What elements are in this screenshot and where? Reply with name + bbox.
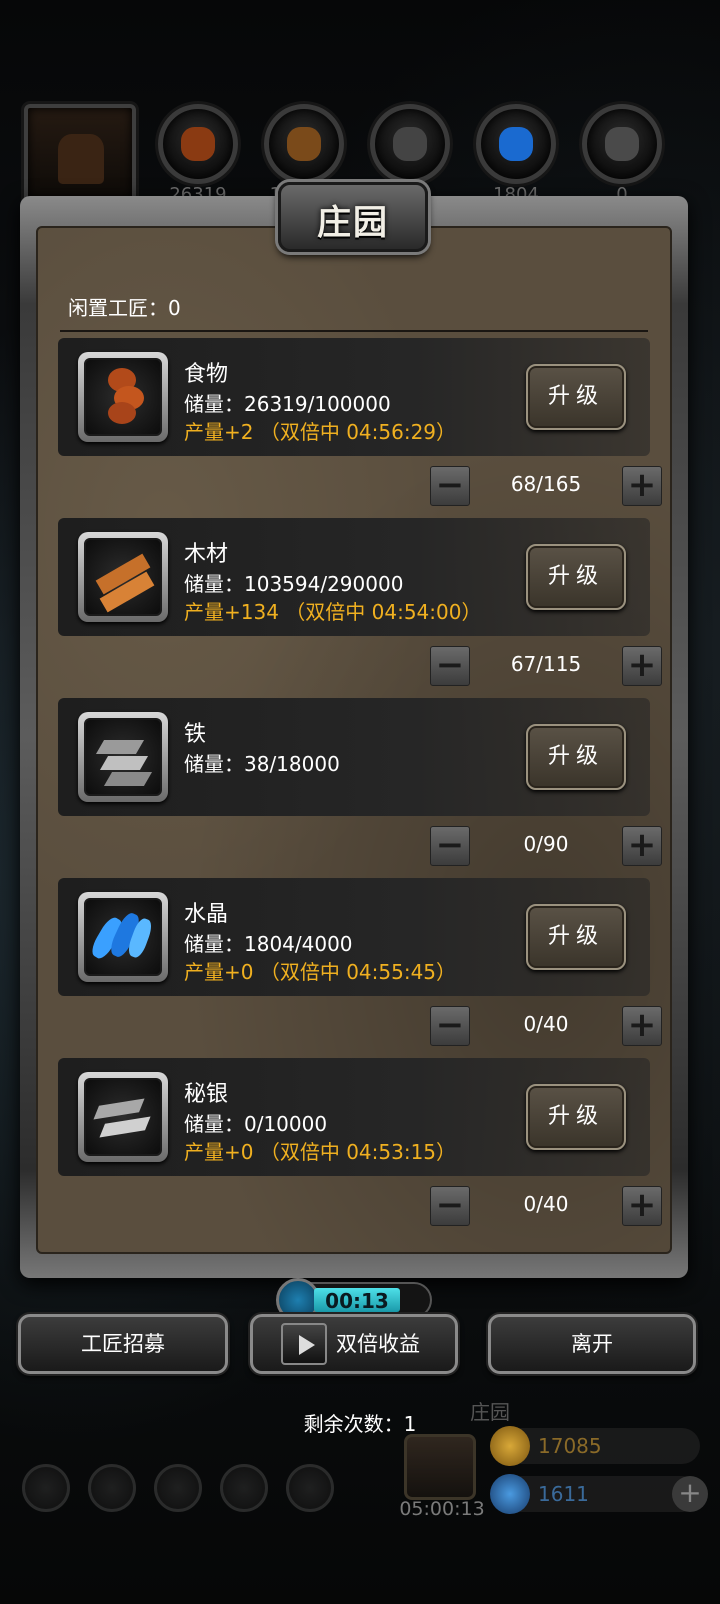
gold-display: 17085 xyxy=(490,1426,700,1466)
upgrade-button-wood[interactable]: 升级 xyxy=(526,544,626,610)
resource-name: 食物 xyxy=(184,362,229,387)
countdown-timer: 00:13 xyxy=(276,1278,432,1322)
decrease-button[interactable]: − xyxy=(430,826,470,866)
crystal-icon xyxy=(84,898,162,976)
gift-box-icon[interactable] xyxy=(404,1434,476,1500)
mithril-icon xyxy=(84,1078,162,1156)
tab-wood[interactable] xyxy=(264,104,344,184)
double-income-button[interactable]: 双倍收益 xyxy=(250,1314,458,1374)
manor-icon xyxy=(58,134,104,184)
tab-mithril[interactable] xyxy=(582,104,662,184)
timer-text: 00:13 xyxy=(325,1289,389,1313)
wood-icon xyxy=(287,127,321,161)
add-gems-button[interactable]: + xyxy=(672,1476,708,1512)
decrease-button[interactable]: − xyxy=(430,646,470,686)
wood-icon xyxy=(84,538,162,616)
upgrade-button-mithril[interactable]: 升级 xyxy=(526,1084,626,1150)
resource-stock: 储量：0/10000 xyxy=(184,1112,328,1136)
mithril-icon xyxy=(605,127,639,161)
resource-name: 水晶 xyxy=(184,902,229,927)
settings-icon[interactable] xyxy=(22,1464,70,1512)
increase-button[interactable]: + xyxy=(622,466,662,506)
upgrade-button-food[interactable]: 升级 xyxy=(526,364,626,430)
divider xyxy=(60,330,648,332)
food-icon xyxy=(84,358,162,436)
worker-count: 67/115 xyxy=(510,652,582,676)
worker-count: 0/40 xyxy=(523,1192,569,1216)
decrease-button[interactable]: − xyxy=(430,1006,470,1046)
food-icon xyxy=(181,127,215,161)
crystal-icon xyxy=(499,127,533,161)
decrease-button[interactable]: − xyxy=(430,466,470,506)
play-video-icon xyxy=(281,1323,327,1365)
resource-stock: 储量：1804/4000 xyxy=(184,932,353,956)
iron-icon xyxy=(393,127,427,161)
resource-production: 产量+0 （双倍中 04:55:45） xyxy=(184,960,457,984)
tab-iron[interactable] xyxy=(370,104,450,184)
resource-row-iron: 铁 储量：38/18000 升级 xyxy=(58,698,650,816)
increase-button[interactable]: + xyxy=(622,1006,662,1046)
iron-icon xyxy=(84,718,162,796)
resource-production: 产量+0 （双倍中 04:53:15） xyxy=(184,1140,457,1164)
resource-name: 铁 xyxy=(184,722,207,747)
worker-count: 0/90 xyxy=(523,832,569,856)
increase-button[interactable]: + xyxy=(622,826,662,866)
decrease-button[interactable]: − xyxy=(430,1186,470,1226)
resource-row-food: 食物 储量：26319/100000 产量+2 （双倍中 04:56:29） 升… xyxy=(58,338,650,456)
worker-count: 0/40 xyxy=(523,1012,569,1036)
title-plate: 庄园 xyxy=(278,182,428,252)
manor-label-bg: 庄园 xyxy=(470,1400,510,1424)
crystal-icon-frame xyxy=(78,892,168,982)
resource-stock: 储量：103594/290000 xyxy=(184,572,404,596)
gold-value: 17085 xyxy=(538,1434,602,1458)
resource-production: 产量+2 （双倍中 04:56:29） xyxy=(184,420,457,444)
tab-manor-active[interactable] xyxy=(24,104,136,204)
resource-name: 秘银 xyxy=(184,1082,229,1107)
mithril-icon-frame xyxy=(78,1072,168,1162)
resource-stock: 储量：26319/100000 xyxy=(184,392,391,416)
worker-stepper-mithril: − 0/40 + xyxy=(430,1186,662,1226)
resource-row-wood: 木材 储量：103594/290000 产量+134 （双倍中 04:54:00… xyxy=(58,518,650,636)
increase-button[interactable]: + xyxy=(622,1186,662,1226)
food-icon-frame xyxy=(78,352,168,442)
mail-icon[interactable] xyxy=(220,1464,268,1512)
resource-name: 木材 xyxy=(184,542,229,567)
wood-icon-frame xyxy=(78,532,168,622)
panel-title: 庄园 xyxy=(317,203,389,243)
worker-stepper-crystal: − 0/40 + xyxy=(430,1006,662,1046)
increase-button[interactable]: + xyxy=(622,646,662,686)
worker-stepper-food: − 68/165 + xyxy=(430,466,662,506)
recruit-button[interactable]: 工匠招募 xyxy=(18,1314,228,1374)
worker-count: 68/165 xyxy=(510,472,582,496)
guild-icon[interactable] xyxy=(154,1464,202,1512)
manor-panel: 庄园 闲置工匠：0 食物 储量：26319/100000 产量+2 （双倍中 0… xyxy=(20,182,688,1278)
resource-production: 产量+134 （双倍中 04:54:00） xyxy=(184,600,482,624)
upgrade-button-crystal[interactable]: 升级 xyxy=(526,904,626,970)
upgrade-button-iron[interactable]: 升级 xyxy=(526,724,626,790)
tab-crystal[interactable] xyxy=(476,104,556,184)
gold-icon xyxy=(490,1426,530,1466)
achievement-icon[interactable] xyxy=(88,1464,136,1512)
resource-stock: 储量：38/18000 xyxy=(184,752,340,776)
resource-row-mithril: 秘银 储量：0/10000 产量+0 （双倍中 04:53:15） 升级 xyxy=(58,1058,650,1176)
idle-workers: 闲置工匠：0 xyxy=(68,296,181,320)
map-icon[interactable] xyxy=(286,1464,334,1512)
tab-food[interactable] xyxy=(158,104,238,184)
gift-timer: 05:00:13 xyxy=(399,1498,485,1520)
worker-stepper-iron: − 0/90 + xyxy=(430,826,662,866)
double-income-label: 双倍收益 xyxy=(336,1332,420,1356)
gem-icon xyxy=(490,1474,530,1514)
gem-display: 1611 xyxy=(490,1474,700,1514)
gem-value: 1611 xyxy=(538,1482,589,1506)
resource-row-crystal: 水晶 储量：1804/4000 产量+0 （双倍中 04:55:45） 升级 xyxy=(58,878,650,996)
worker-stepper-wood: − 67/115 + xyxy=(430,646,662,686)
leave-button[interactable]: 离开 xyxy=(488,1314,696,1374)
iron-icon-frame xyxy=(78,712,168,802)
